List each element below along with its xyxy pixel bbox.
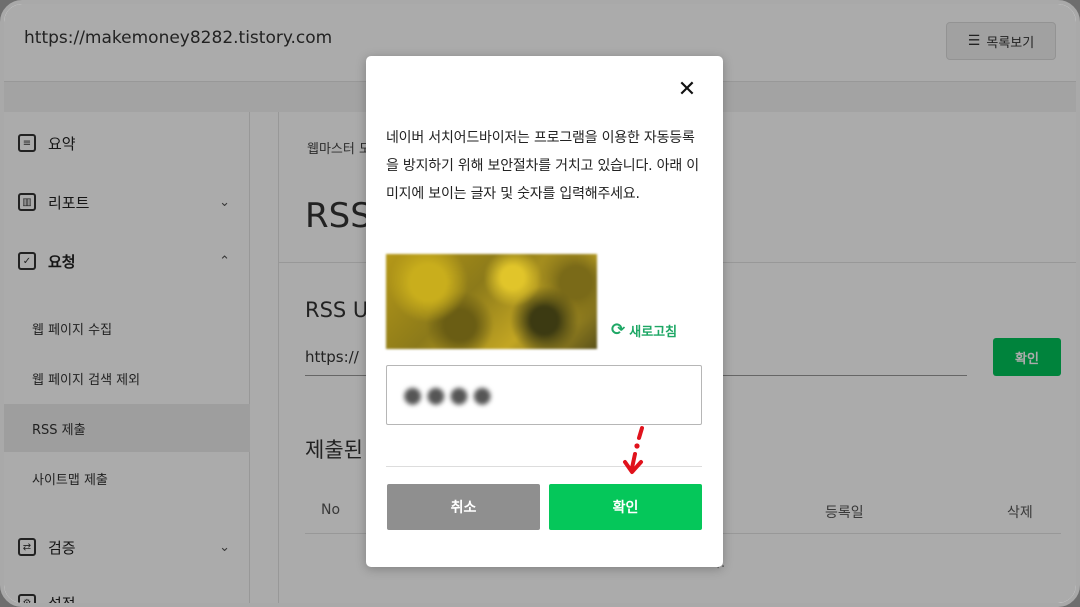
captcha-image	[386, 254, 597, 349]
screenshot-frame: https://makemoney8282.tistory.com ☰ 목록보기…	[0, 0, 1080, 607]
captcha-input-value: ●●●●	[403, 382, 496, 408]
captcha-input[interactable]: ●●●●	[386, 365, 702, 425]
refresh-icon: ⟳	[611, 320, 626, 340]
modal-divider	[386, 466, 702, 467]
captcha-modal: ✕ 네이버 서치어드바이저는 프로그램을 이용한 자동등록을 방지하기 위해 보…	[366, 56, 723, 567]
refresh-label: 새로고침	[629, 324, 678, 340]
close-icon[interactable]: ✕	[677, 79, 697, 101]
refresh-button[interactable]: ⟳ 새로고침	[611, 320, 677, 340]
arrow-annotation-icon	[623, 426, 644, 474]
modal-message: 네이버 서치어드바이저는 프로그램을 이용한 자동등록을 방지하기 위해 보안절…	[386, 130, 699, 202]
cancel-button[interactable]: 취소	[387, 484, 540, 530]
ok-button[interactable]: 확인	[549, 484, 702, 530]
